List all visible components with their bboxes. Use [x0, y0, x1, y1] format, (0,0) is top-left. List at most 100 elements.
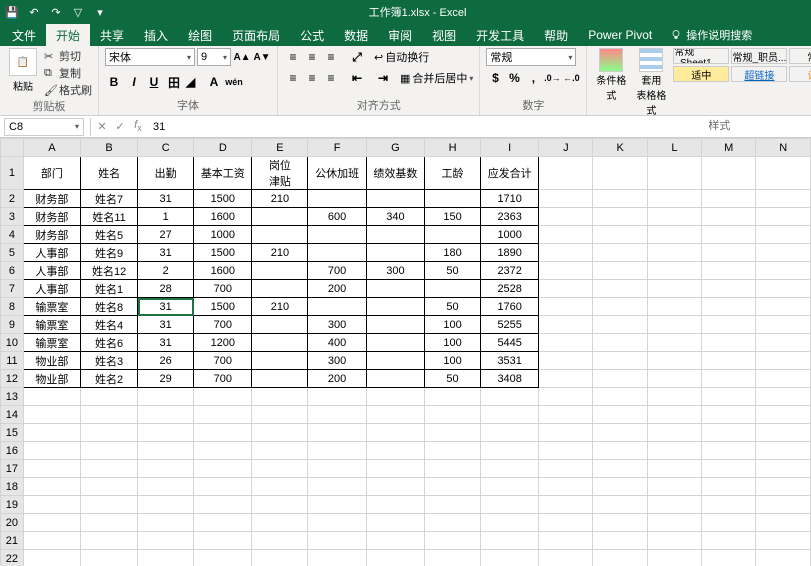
cell[interactable]: 财务部: [23, 226, 80, 244]
cell[interactable]: 31: [138, 334, 194, 352]
cell[interactable]: 1760: [481, 298, 539, 316]
cell[interactable]: 姓名2: [80, 370, 137, 388]
column-header[interactable]: M: [701, 139, 756, 157]
cell[interactable]: 1710: [481, 190, 539, 208]
cell[interactable]: [308, 532, 366, 550]
cell[interactable]: 400: [308, 334, 366, 352]
cell[interactable]: [593, 406, 647, 424]
cell[interactable]: [252, 550, 308, 566]
cell[interactable]: [425, 406, 481, 424]
cell[interactable]: [539, 298, 593, 316]
cell[interactable]: 物业部: [23, 370, 80, 388]
cell[interactable]: [593, 460, 647, 478]
cell[interactable]: 1500: [194, 298, 252, 316]
cell[interactable]: [23, 442, 80, 460]
cell[interactable]: 50: [425, 298, 481, 316]
column-header[interactable]: B: [80, 139, 137, 157]
tab-file[interactable]: 文件: [2, 24, 46, 47]
cell[interactable]: 700: [194, 316, 252, 334]
cell[interactable]: [138, 442, 194, 460]
cell[interactable]: 200: [308, 370, 366, 388]
cell[interactable]: [593, 514, 647, 532]
cell[interactable]: 700: [194, 280, 252, 298]
cell[interactable]: [308, 226, 366, 244]
cell[interactable]: [23, 424, 80, 442]
cell[interactable]: [756, 532, 811, 550]
cell[interactable]: [23, 496, 80, 514]
cell[interactable]: 输票室: [23, 298, 80, 316]
cell[interactable]: 3408: [481, 370, 539, 388]
cell[interactable]: 150: [425, 208, 481, 226]
tab-layout[interactable]: 页面布局: [222, 24, 290, 47]
conditional-format-button[interactable]: 条件格式: [593, 48, 629, 102]
cell[interactable]: [308, 190, 366, 208]
cell[interactable]: [80, 514, 137, 532]
cell[interactable]: [308, 442, 366, 460]
cell[interactable]: [366, 478, 424, 496]
cell[interactable]: [647, 550, 701, 566]
cell[interactable]: [701, 316, 756, 334]
cell[interactable]: 1200: [194, 334, 252, 352]
cell[interactable]: 姓名5: [80, 226, 137, 244]
cell[interactable]: [425, 190, 481, 208]
cell[interactable]: [308, 478, 366, 496]
cell[interactable]: [366, 496, 424, 514]
cell[interactable]: [647, 352, 701, 370]
font-name-select[interactable]: 宋体▾: [105, 48, 195, 66]
increase-decimal-button[interactable]: .0→: [543, 69, 561, 87]
cell[interactable]: [647, 424, 701, 442]
cell[interactable]: [23, 514, 80, 532]
cell[interactable]: 210: [252, 298, 308, 316]
tab-help[interactable]: 帮助: [534, 24, 578, 47]
cell[interactable]: 600: [308, 208, 366, 226]
cell[interactable]: [23, 550, 80, 566]
cell[interactable]: [425, 280, 481, 298]
cell[interactable]: [481, 424, 539, 442]
cell[interactable]: [252, 532, 308, 550]
cell[interactable]: [23, 478, 80, 496]
cell[interactable]: [539, 460, 593, 478]
cell[interactable]: 姓名1: [80, 280, 137, 298]
cell[interactable]: [308, 550, 366, 566]
cell[interactable]: [593, 262, 647, 280]
cell[interactable]: [647, 280, 701, 298]
indent-increase-button[interactable]: ⇥: [374, 69, 392, 87]
cell[interactable]: [593, 352, 647, 370]
cell[interactable]: 人事部: [23, 280, 80, 298]
cell[interactable]: [539, 352, 593, 370]
cell[interactable]: 1000: [194, 226, 252, 244]
cell[interactable]: [647, 244, 701, 262]
row-header[interactable]: 8: [1, 298, 24, 316]
cell[interactable]: [252, 334, 308, 352]
cell[interactable]: [647, 496, 701, 514]
cell[interactable]: [308, 496, 366, 514]
cell[interactable]: [252, 388, 308, 406]
cell[interactable]: 2363: [481, 208, 539, 226]
cell[interactable]: [593, 532, 647, 550]
cell[interactable]: 31: [138, 298, 194, 316]
cell[interactable]: 1500: [194, 190, 252, 208]
cell[interactable]: [593, 478, 647, 496]
cell[interactable]: 公休加班: [308, 157, 366, 190]
cell[interactable]: [80, 532, 137, 550]
currency-button[interactable]: $: [486, 69, 504, 87]
border-button[interactable]: 田: [165, 73, 183, 91]
cell[interactable]: [23, 406, 80, 424]
cell[interactable]: 300: [308, 316, 366, 334]
cell[interactable]: [23, 388, 80, 406]
cell[interactable]: [366, 280, 424, 298]
row-header[interactable]: 6: [1, 262, 24, 280]
cell[interactable]: [593, 298, 647, 316]
cell[interactable]: [138, 406, 194, 424]
row-header[interactable]: 16: [1, 442, 24, 460]
cell[interactable]: [194, 406, 252, 424]
cell[interactable]: [80, 496, 137, 514]
italic-button[interactable]: I: [125, 73, 143, 91]
cell[interactable]: 姓名6: [80, 334, 137, 352]
cell[interactable]: [425, 550, 481, 566]
cell[interactable]: [252, 514, 308, 532]
cell[interactable]: [366, 190, 424, 208]
tab-share[interactable]: 共享: [90, 24, 134, 47]
cell[interactable]: [647, 334, 701, 352]
cell[interactable]: [194, 424, 252, 442]
